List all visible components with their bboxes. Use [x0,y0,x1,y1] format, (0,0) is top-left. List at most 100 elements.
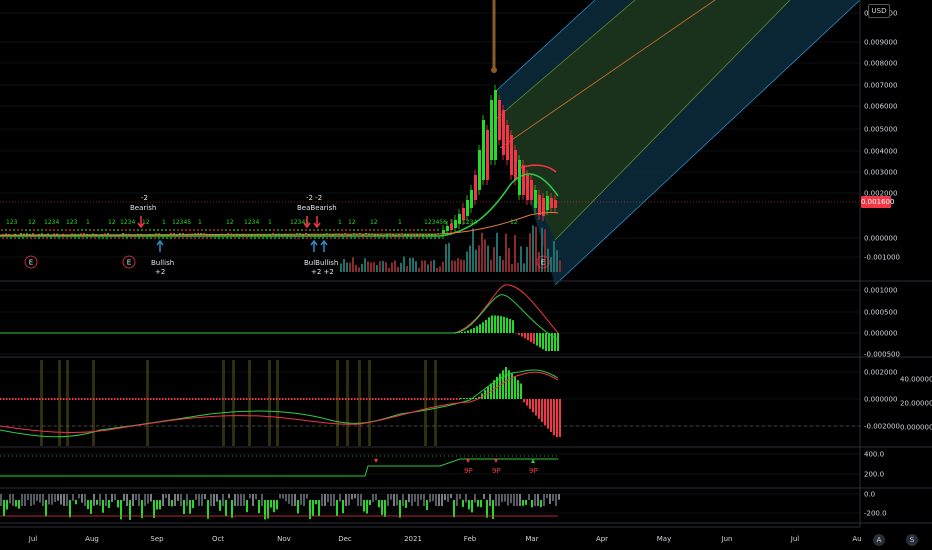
signal-dot [326,237,328,239]
signal-dot [82,237,84,239]
signal-dot [361,229,363,231]
delta-bar [555,494,557,506]
oscillator-bar [460,398,462,399]
signal-dot [190,237,192,239]
macd-tick: 0.000500 [864,309,897,317]
volume-bar [466,251,468,272]
oscillator-axis[interactable]: 0.0020000.000000-0.00200040.00000020.000… [864,369,932,432]
signal-dot [178,237,180,239]
signal-dot [2,237,4,239]
signal-dot [186,237,188,239]
delta-bar [243,494,245,506]
delta-bar [222,494,224,506]
candle [32,233,34,235]
signal-dot [25,229,27,231]
currency-label[interactable]: USD [868,4,890,18]
delta-bar [357,494,359,506]
delta-bar [216,494,218,502]
delta-bar [138,494,140,506]
delta-bar [390,494,392,500]
signal-dot [162,237,164,239]
volume-bar [379,261,381,272]
signal-dot [245,229,247,231]
delta-bar [405,500,407,508]
main-price-axis[interactable]: 0.0100000.0090000.0080000.0070000.006000… [864,10,900,262]
candle [526,175,529,200]
signal-dot [145,229,147,231]
time-tick: Sep [150,535,164,543]
signal-dot [218,237,220,239]
signal-dot [177,229,179,231]
signal-dot [1,229,3,231]
delta-bar [447,494,449,502]
oscillator-right-tick: 20.000000 [900,400,932,408]
delta-bar [291,494,293,506]
signal-dot [205,229,207,231]
signal-dot [438,237,440,239]
signal-dot [14,237,16,239]
delta-bar [312,500,314,517]
candle [510,135,513,175]
volume-bar [529,233,531,272]
delta-bar [114,494,116,501]
oscillator-bar [559,399,561,437]
macd-bar [530,333,532,342]
delta-bar [318,500,320,517]
volume-bar [508,248,510,272]
macd-tick: 0.001000 [864,287,897,295]
delta-bar [360,494,362,506]
delta-bar [546,494,548,499]
signal-dot [94,237,96,239]
signal-dot [278,237,280,239]
signal-dot [246,237,248,239]
oscillator-bar [529,399,531,409]
delta-bar [150,494,152,502]
count-label: 1 [162,219,166,226]
delta-bar [159,500,161,510]
delta-bar [339,494,341,502]
macd-pane[interactable]: 0.001000 0.000500 0.000000 -0.000500 [0,284,900,359]
volume-delta-pane[interactable] [0,494,560,520]
signal-dot [53,229,55,231]
volume-bar [391,262,393,272]
macd-bar [521,333,523,337]
delta-bar [6,500,8,510]
delta-bar [51,494,53,505]
signal-dot [125,229,127,231]
delta-bar [396,494,398,506]
delta-bar [426,500,428,511]
volume-bar [361,263,363,272]
delta-bar [105,494,107,506]
time-axis[interactable]: Jul Aug Sep Oct Nov Dec 2021 Feb Mar Apr May Jun Jul… [28,535,862,543]
signal-dot [414,237,416,239]
count-label: 12 [370,219,378,226]
time-tick: Aug [85,535,99,543]
settings-icon[interactable]: S [906,534,918,546]
signal-dot [141,229,143,231]
signal-dot [273,229,275,231]
earnings-marker-label: E [541,259,545,267]
oscillator-pane[interactable]: 0.0020000.000000-0.00200040.00000020.000… [0,360,932,446]
delta-bar [204,494,206,500]
tradingview-chart[interactable]: -2 Bearish Bullish +2 -2 -2 BeaBearish B… [0,0,932,550]
delta-bar [18,500,20,509]
volume-bar [511,263,513,272]
auto-scale-icon[interactable]: A [873,534,885,546]
main-price-pane[interactable]: -2 Bearish Bullish +2 -2 -2 BeaBearish B… [0,0,900,286]
highlight-band [232,360,235,446]
macd-grid [0,289,860,355]
count-label: 12 [510,219,518,226]
volume-bar [517,262,519,272]
volume-bar [478,245,480,272]
signal-dot [234,237,236,239]
signal-dot [154,237,156,239]
delta-bar [102,500,104,513]
delta-bar [411,494,413,506]
cci-pane[interactable]: 9P 9P 9P 400.0 200.0 0.0 -200.0 [0,451,887,518]
cci-axis[interactable]: 400.0 200.0 0.0 -200.0 [864,451,887,518]
volume-bar [412,257,414,272]
count-label: 1 [198,219,202,226]
macd-axis[interactable]: 0.001000 0.000500 0.000000 -0.000500 [864,287,900,359]
time-tick: Jun [721,535,733,543]
macd-bar [476,326,478,333]
